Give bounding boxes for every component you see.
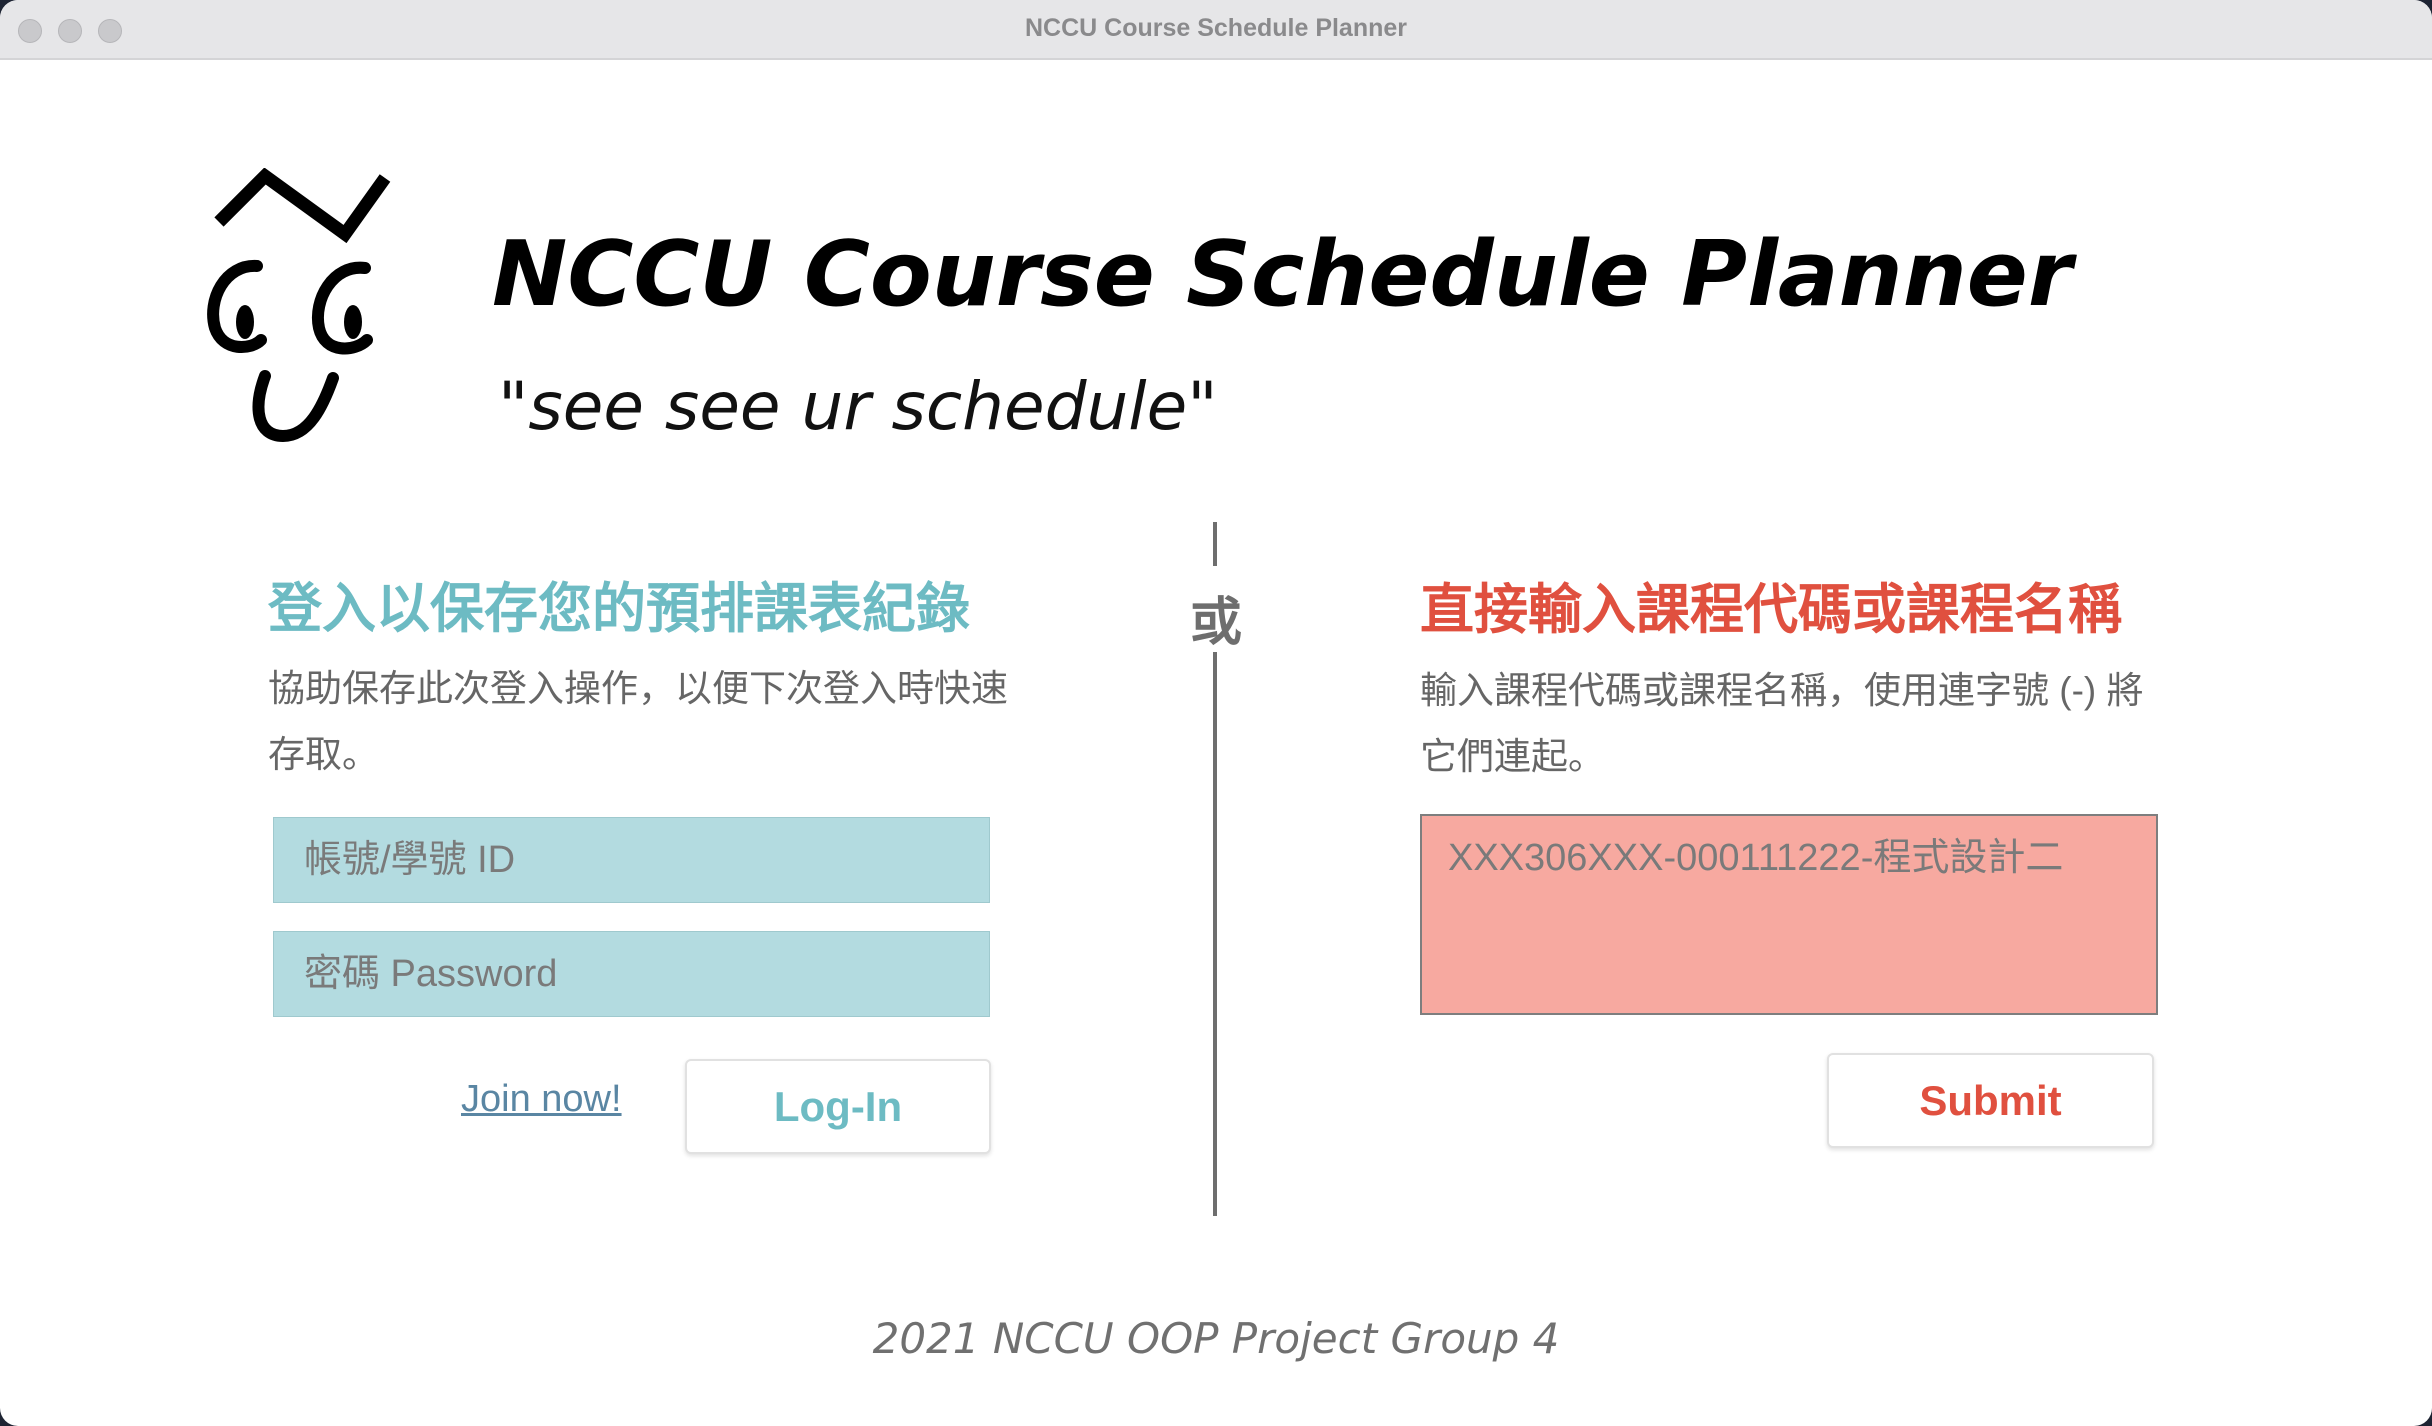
app-tagline: "see see ur schedule" [498, 368, 1218, 445]
account-id-input[interactable] [273, 817, 990, 903]
nccu-logo [207, 168, 391, 443]
login-button[interactable]: Log-In [685, 1059, 991, 1154]
app-title: NCCU Course Schedule Planner [492, 222, 2073, 327]
title-bar: NCCU Course Schedule Planner [0, 0, 2432, 60]
divider-line-top [1213, 522, 1217, 566]
password-input[interactable] [273, 931, 990, 1017]
submit-button[interactable]: Submit [1827, 1053, 2154, 1148]
course-code-input[interactable]: XXX306XXX-000111222-程式設計二 [1420, 814, 2158, 1015]
course-entry-description: 輸入課程代碼或課程名稱，使用連字號 (-) 將它們連起。 [1420, 670, 2144, 777]
divider-line-bottom [1213, 652, 1217, 1216]
footer-credit: 2021 NCCU OOP Project Group 4 [872, 1314, 1560, 1363]
app-window: NCCU Course Schedule Planner NCCU Course… [0, 0, 2432, 1426]
window-title: NCCU Course Schedule Planner [1024, 14, 1408, 42]
join-now-link[interactable]: Join now! [461, 1078, 622, 1121]
course-entry-heading: 直接輸入課程代碼或課程名稱 [1420, 580, 2122, 640]
login-description: 協助保存此次登入操作，以便下次登入時快速存取。 [268, 668, 1008, 775]
login-heading: 登入以保存您的預排課表紀錄 [268, 579, 970, 639]
or-label: 或 [1189, 594, 1242, 652]
